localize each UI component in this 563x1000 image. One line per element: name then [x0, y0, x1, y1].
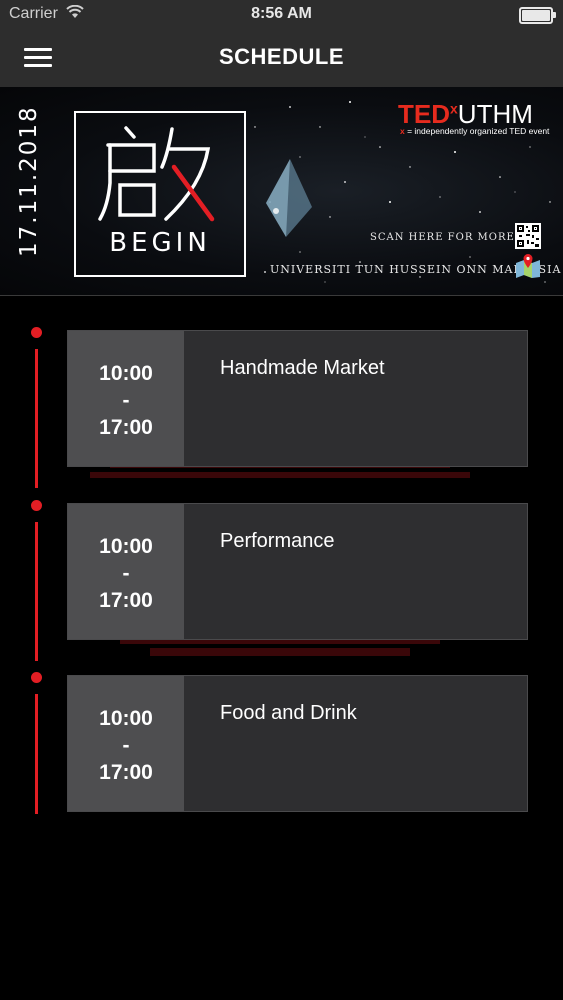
- crystal-graphic: [266, 159, 312, 237]
- schedule-item-food-and-drink[interactable]: 10:00 - 17:00 Food and Drink: [67, 675, 528, 812]
- ted-event-name: UTHM: [457, 99, 533, 129]
- time-range: 10:00 - 17:00: [68, 676, 184, 811]
- start-time: 10:00: [99, 362, 153, 385]
- end-time: 17:00: [99, 589, 153, 612]
- end-time: 17:00: [99, 416, 153, 439]
- page-title: SCHEDULE: [218, 44, 344, 69]
- event-title: Food and Drink: [220, 702, 357, 724]
- status-time: 8:56 AM: [251, 5, 312, 22]
- event-logo: BEGIN: [74, 111, 246, 277]
- scan-prompt: SCAN HERE FOR MORE !: [370, 232, 524, 243]
- schedule-item-performance[interactable]: 10:00 - 17:00 Performance: [67, 503, 528, 640]
- event-banner: 17.11.2018 BEGIN TEDxUTHM x = independen…: [0, 87, 563, 296]
- event-date: 17.11.2018: [16, 105, 42, 257]
- schedule-list: 10:00 - 17:00 Handmade Market 10:00 - 17…: [0, 296, 563, 1000]
- tedx-tagline: x = independently organized TED event: [400, 126, 549, 136]
- timeline-dot: [31, 327, 42, 338]
- timeline-line: [35, 349, 38, 488]
- event-title: Performance: [220, 530, 335, 552]
- timeline-dot: [31, 672, 42, 683]
- timeline-line: [35, 694, 38, 814]
- qr-code-icon[interactable]: [515, 223, 541, 249]
- tagline-text: = independently organized TED event: [404, 126, 550, 136]
- event-title: Handmade Market: [220, 357, 385, 379]
- map-location-icon[interactable]: [515, 253, 541, 279]
- timeline-line: [35, 522, 38, 661]
- kanji-logo-icon: [98, 126, 215, 222]
- end-time: 17:00: [99, 761, 153, 784]
- time-separator: -: [122, 734, 130, 757]
- logo-wordmark: BEGIN: [109, 228, 211, 258]
- start-time: 10:00: [99, 535, 153, 558]
- schedule-item-handmade-market[interactable]: 10:00 - 17:00 Handmade Market: [67, 330, 528, 467]
- time-separator: -: [122, 562, 130, 585]
- ted-x-mark: x: [450, 100, 458, 117]
- timeline-dot: [31, 500, 42, 511]
- navigation-bar: SCHEDULE: [0, 30, 563, 87]
- time-range: 10:00 - 17:00: [68, 504, 184, 639]
- battery-icon: [519, 7, 556, 24]
- time-range: 10:00 - 17:00: [68, 331, 184, 466]
- status-bar: Carrier 8:56 AM: [0, 0, 563, 30]
- start-time: 10:00: [99, 707, 153, 730]
- ted-wordmark: TED: [398, 99, 450, 129]
- time-separator: -: [122, 389, 130, 412]
